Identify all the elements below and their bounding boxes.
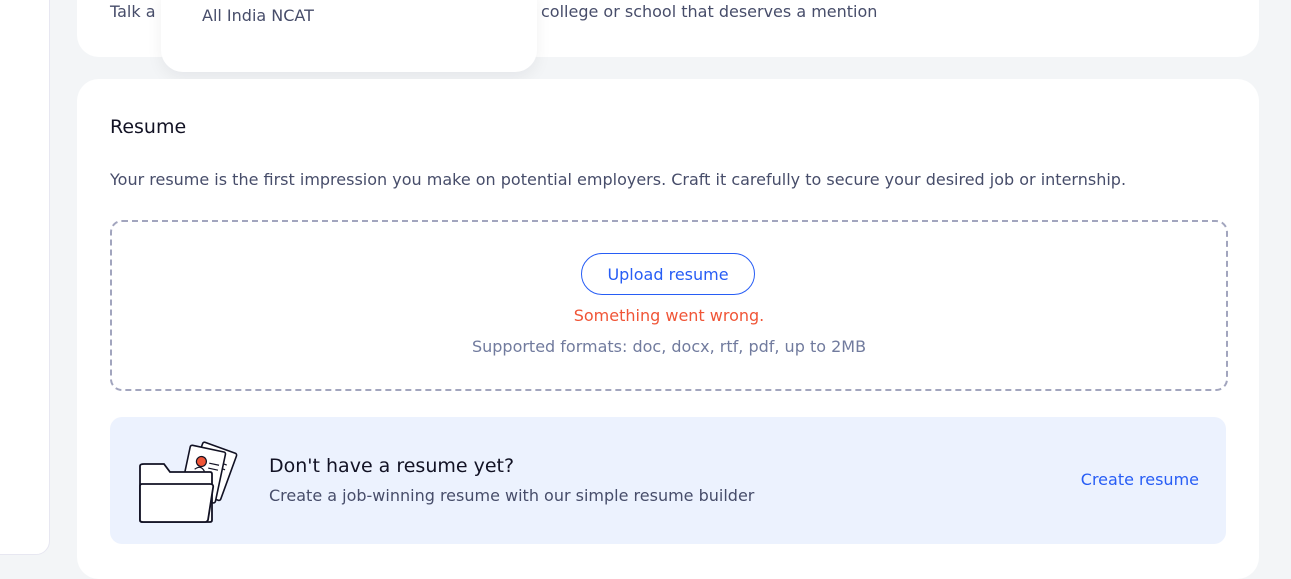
resume-builder-banner: Don't have a resume yet? Create a job-wi… xyxy=(110,417,1226,544)
education-description-end: college or school that deserves a mentio… xyxy=(541,2,878,21)
suggestion-item[interactable]: All India NCAT xyxy=(202,6,314,25)
resume-description: Your resume is the first impression you … xyxy=(110,170,1127,189)
resume-upload-dropzone[interactable]: Upload resume Something went wrong. Supp… xyxy=(110,220,1228,391)
left-sidebar-panel xyxy=(0,0,50,555)
upload-error-message: Something went wrong. xyxy=(573,306,765,325)
builder-banner-subtitle: Create a job-winning resume with our sim… xyxy=(269,486,755,505)
folder-with-resume-icon xyxy=(139,441,238,523)
resume-section-title: Resume xyxy=(110,116,187,138)
upload-resume-button[interactable]: Upload resume xyxy=(581,253,755,295)
create-resume-link[interactable]: Create resume xyxy=(1081,470,1199,489)
education-description-start: Talk a xyxy=(110,2,156,21)
resume-card: Resume Your resume is the first impressi… xyxy=(77,79,1259,579)
suggestion-dropdown: All India NCAT xyxy=(161,0,537,72)
builder-banner-title: Don't have a resume yet? xyxy=(269,455,515,477)
supported-formats-note: Supported formats: doc, docx, rtf, pdf, … xyxy=(471,337,867,356)
